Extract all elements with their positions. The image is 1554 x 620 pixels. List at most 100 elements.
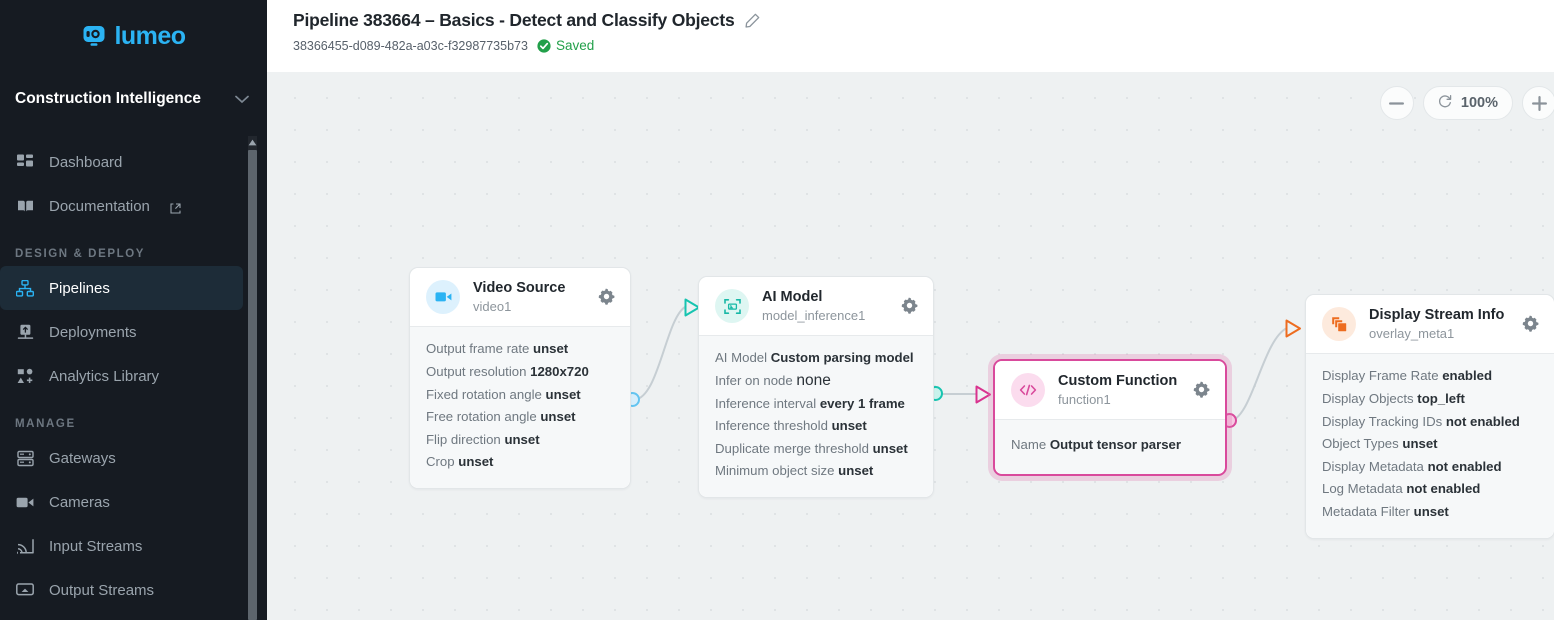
property-row: Infer on node none <box>715 370 917 393</box>
property-row: Minimum object size unset <box>715 460 917 483</box>
edge-function-to-overlay <box>1228 327 1288 422</box>
node-header: Custom Function function1 <box>995 361 1225 420</box>
property-row: Display Frame Rate enabled <box>1322 365 1538 388</box>
node-title: Video Source <box>473 280 566 296</box>
org-switcher[interactable]: Construction Intelligence <box>0 76 267 122</box>
property-row: Display Metadata not enabled <box>1322 456 1538 479</box>
zoom-out-button[interactable] <box>1379 86 1414 120</box>
property-label: Duplicate merge threshold <box>715 440 869 456</box>
zoom-level-value: 100% <box>1460 95 1498 111</box>
zoom-in-button[interactable] <box>1522 86 1554 120</box>
node-custom-function[interactable]: Custom Function function1 Name Output te… <box>993 359 1227 476</box>
sidebar-section-label-design: DESIGN & DEPLOY <box>15 248 146 260</box>
sidebar-item-label: Gateways <box>49 449 116 467</box>
property-value: not enabled <box>1406 481 1481 497</box>
property-value: unset <box>838 463 874 479</box>
property-label: Infer on node <box>715 372 793 388</box>
sidebar-item-label: Deployments <box>49 323 137 341</box>
sidebar-item-label: Documentation <box>49 197 150 215</box>
property-value: unset <box>540 409 576 425</box>
pipeline-canvas[interactable]: 100% Video Source video1 Output frame ra… <box>267 72 1554 620</box>
property-value: unset <box>504 431 540 447</box>
zoom-level-display[interactable]: 100% <box>1422 86 1513 120</box>
sidebar-item-pipelines[interactable]: Pipelines <box>0 266 243 310</box>
property-row: Free rotation angle unset <box>426 406 614 429</box>
brand-name: lumeo <box>114 21 186 50</box>
property-row: Duplicate merge threshold unset <box>715 438 917 461</box>
property-value: unset <box>533 341 569 357</box>
code-brackets-icon <box>1011 373 1045 408</box>
dashboard-grid-icon <box>15 152 35 172</box>
property-label: Crop <box>426 454 455 470</box>
analytics-shapes-icon <box>15 366 35 386</box>
property-label: Free rotation angle <box>426 409 537 425</box>
sidebar-scrollbar-thumb[interactable] <box>248 150 257 620</box>
property-row: Fixed rotation angle unset <box>426 384 614 407</box>
node-properties: AI Model Custom parsing model Infer on n… <box>699 335 933 497</box>
property-row: Inference interval every 1 frame <box>715 393 917 416</box>
gear-icon[interactable] <box>901 297 919 315</box>
node-subtitle: overlay_meta1 <box>1369 326 1455 342</box>
sidebar-item-deployments[interactable]: Deployments <box>0 310 267 354</box>
node-subtitle: model_inference1 <box>762 308 866 324</box>
gear-icon[interactable] <box>1193 381 1211 399</box>
sidebar-item-analytics-library[interactable]: Analytics Library <box>0 354 267 398</box>
property-value: not enabled <box>1427 458 1502 474</box>
property-row: Output resolution 1280x720 <box>426 361 614 384</box>
property-value: unset <box>872 440 908 456</box>
node-title: Custom Function <box>1058 373 1178 389</box>
video-camera-icon <box>15 492 35 512</box>
gear-icon[interactable] <box>598 288 616 306</box>
sidebar-item-gateways[interactable]: Gateways <box>0 436 267 480</box>
property-value: 1280x720 <box>530 363 589 379</box>
layers-copy-icon <box>1322 307 1356 342</box>
property-value: Output tensor parser <box>1049 437 1182 453</box>
property-value: unset <box>831 418 867 434</box>
gear-icon[interactable] <box>1522 315 1540 333</box>
sidebar-item-input-streams[interactable]: Input Streams <box>0 524 267 568</box>
node-display-stream-info[interactable]: Display Stream Info overlay_meta1 Displa… <box>1305 294 1554 539</box>
sidebar-section-label-manage: MANAGE <box>15 418 76 430</box>
pencil-icon[interactable] <box>744 13 760 28</box>
sidebar-item-output-streams[interactable]: Output Streams <box>0 568 267 612</box>
property-label: Inference interval <box>715 395 817 411</box>
node-ai-model[interactable]: AI Model model_inference1 AI Model Custo… <box>698 276 934 498</box>
property-row: Object Types unset <box>1322 433 1538 456</box>
property-label: Display Objects <box>1322 390 1414 406</box>
property-value: unset <box>1402 436 1438 452</box>
node-header: AI Model model_inference1 <box>699 277 933 336</box>
sidebar-item-cameras[interactable]: Cameras <box>0 480 267 524</box>
page-header: Pipeline 383664 – Basics - Detect and Cl… <box>267 0 1554 72</box>
refresh-icon[interactable] <box>1438 94 1452 112</box>
camera-logo-icon <box>81 23 107 49</box>
chevron-down-icon <box>235 93 249 106</box>
node-header: Video Source video1 <box>410 268 630 327</box>
sidebar-item-label: Analytics Library <box>49 367 160 385</box>
page-title: Pipeline 383664 – Basics - Detect and Cl… <box>293 10 735 30</box>
image-scan-icon <box>715 289 749 324</box>
property-row: Display Objects top_left <box>1322 388 1538 411</box>
property-label: Fixed rotation angle <box>426 386 542 402</box>
scroll-up-arrow-icon[interactable] <box>248 138 257 147</box>
property-row: AI Model Custom parsing model <box>715 347 917 370</box>
sidebar-item-dashboard[interactable]: Dashboard <box>0 140 267 184</box>
node-title: Display Stream Info <box>1369 307 1505 323</box>
sidebar-item-label: Output Streams <box>49 581 155 599</box>
deployment-upload-icon <box>15 322 35 342</box>
node-video-source[interactable]: Video Source video1 Output frame rate un… <box>409 267 631 489</box>
property-value: every 1 frame <box>819 395 905 411</box>
property-row: Crop unset <box>426 451 614 474</box>
property-label: Display Metadata <box>1322 458 1424 474</box>
pipeline-nodes-icon <box>15 278 35 298</box>
sidebar-item-documentation[interactable]: Documentation <box>0 184 267 228</box>
node-properties: Output frame rate unset Output resolutio… <box>410 326 630 488</box>
property-label: Flip direction <box>426 431 501 447</box>
property-label: Display Tracking IDs <box>1322 413 1443 429</box>
property-row: Display Tracking IDs not enabled <box>1322 411 1538 434</box>
property-row: Output frame rate unset <box>426 338 614 361</box>
sidebar-item-label: Dashboard <box>49 153 123 171</box>
property-label: Output frame rate <box>426 341 530 357</box>
property-value: unset <box>545 386 581 402</box>
brand-logo[interactable]: lumeo <box>0 0 267 72</box>
sidebar: lumeo Construction Intelligence Dashboar… <box>0 0 267 620</box>
